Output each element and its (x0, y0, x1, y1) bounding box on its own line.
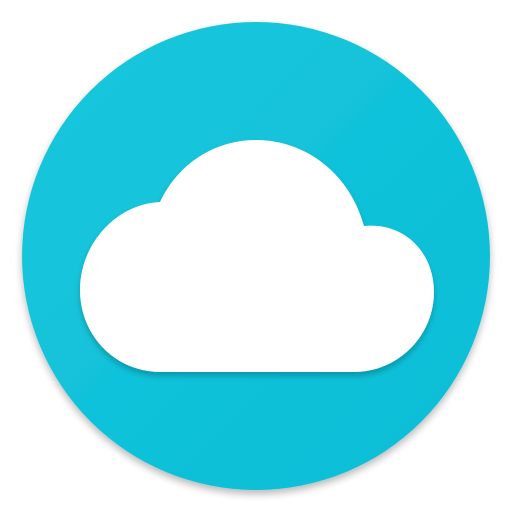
app-icon-graphic (22, 22, 490, 490)
app-icon[interactable] (0, 0, 512, 512)
